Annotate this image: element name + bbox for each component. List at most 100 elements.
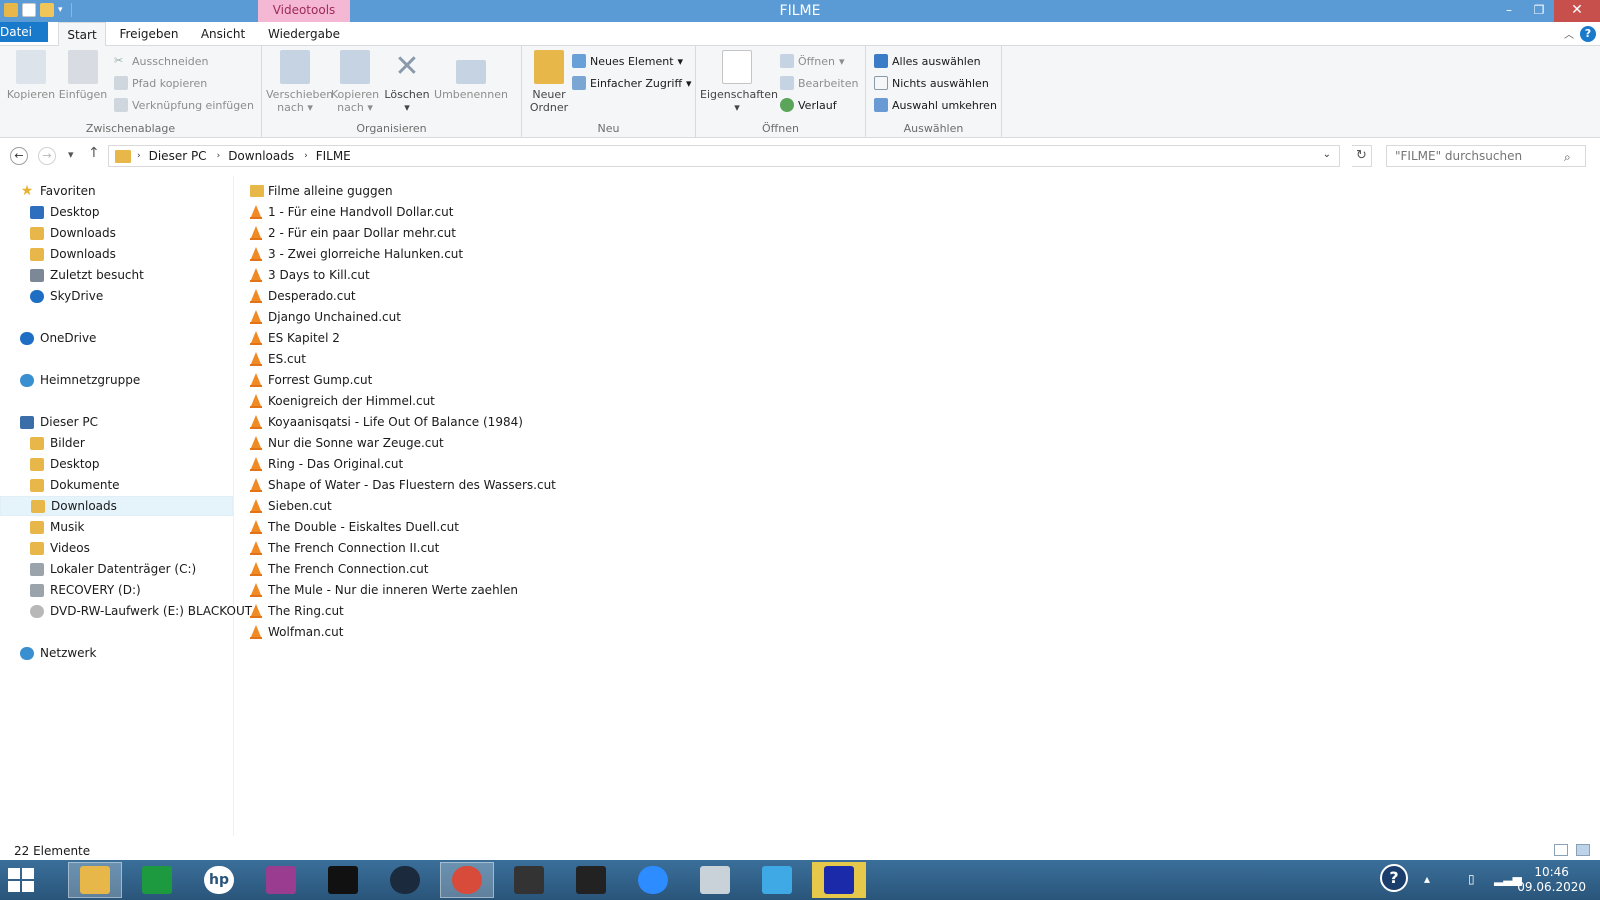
hand-cursor-app-taskbar-icon[interactable] xyxy=(316,862,370,898)
easy-access-button[interactable]: Einfacher Zugriff ▾ xyxy=(572,74,692,92)
tray-chevron-up-icon[interactable]: ▴ xyxy=(1424,872,1430,886)
tab-playback[interactable]: Wiedergabe xyxy=(262,22,346,46)
list-item[interactable]: ES.cut xyxy=(250,349,306,369)
power-icon[interactable]: ▯ xyxy=(1468,872,1475,886)
sidebar-item-pictures[interactable]: Bilder xyxy=(0,433,233,453)
list-item[interactable]: 1 - Für eine Handvoll Dollar.cut xyxy=(250,202,453,222)
tab-file[interactable]: Datei xyxy=(0,22,48,42)
zoom-taskbar-icon[interactable] xyxy=(626,862,680,898)
sidebar-item-favorites[interactable]: ★ Favoriten xyxy=(0,181,233,201)
move-to-button[interactable]: Verschieben nach ▾ xyxy=(266,50,333,114)
sidebar-item-network[interactable]: Netzwerk xyxy=(0,643,233,663)
windows-start-button[interactable] xyxy=(8,868,34,892)
sidebar-item-downloads-2[interactable]: Downloads xyxy=(0,244,233,264)
chevron-down-icon[interactable]: ⌄ xyxy=(1323,149,1331,160)
list-item[interactable]: Wolfman.cut xyxy=(250,622,343,642)
new-item-button[interactable]: Neues Element ▾ xyxy=(572,52,683,70)
sidebar-item-documents[interactable]: Dokumente xyxy=(0,475,233,495)
list-item[interactable]: 3 - Zwei glorreiche Halunken.cut xyxy=(250,244,463,264)
list-item[interactable]: Desperado.cut xyxy=(250,286,356,306)
sidebar-item-pc-desktop[interactable]: Desktop xyxy=(0,454,233,474)
history-button[interactable]: Verlauf xyxy=(780,96,837,114)
list-item[interactable]: Nur die Sonne war Zeuge.cut xyxy=(250,433,444,453)
chrome-taskbar-icon[interactable] xyxy=(440,862,494,898)
breadcrumb-downloads[interactable]: Downloads xyxy=(228,149,294,163)
sidebar-item-drive-c[interactable]: Lokaler Datenträger (C:) xyxy=(0,559,233,579)
invert-selection-button[interactable]: Auswahl umkehren xyxy=(874,96,997,114)
list-item[interactable]: Sieben.cut xyxy=(250,496,332,516)
list-item[interactable]: Koyaanisqatsi - Life Out Of Balance (198… xyxy=(250,412,523,432)
breadcrumb-this-pc[interactable]: Dieser PC xyxy=(149,149,207,163)
sidebar-item-skydrive[interactable]: SkyDrive xyxy=(0,286,233,306)
tab-view[interactable]: Ansicht xyxy=(196,22,250,46)
help-circle-icon[interactable]: ? xyxy=(1380,864,1408,892)
address-bar[interactable]: › Dieser PC › Downloads › FILME ⌄ xyxy=(108,145,1340,167)
list-item[interactable]: The Double - Eiskaltes Duell.cut xyxy=(250,517,459,537)
large-icons-view-icon[interactable] xyxy=(1576,844,1590,856)
list-item[interactable]: The French Connection.cut xyxy=(250,559,428,579)
edit-button[interactable]: Bearbeiten xyxy=(780,74,858,92)
help-icon[interactable]: ? xyxy=(1580,26,1596,42)
sidebar-item-videos[interactable]: Videos xyxy=(0,538,233,558)
breadcrumb-filme[interactable]: FILME xyxy=(316,149,351,163)
spreadsheet-app-taskbar-icon[interactable] xyxy=(130,862,184,898)
list-item[interactable]: Forrest Gump.cut xyxy=(250,370,372,390)
touch-app-taskbar-icon[interactable] xyxy=(502,862,556,898)
sidebar-item-drive-d[interactable]: RECOVERY (D:) xyxy=(0,580,233,600)
forward-button[interactable]: → xyxy=(38,147,56,165)
sidebar-item-this-pc[interactable]: Dieser PC xyxy=(0,412,233,432)
open-button[interactable]: Öffnen ▾ xyxy=(780,52,844,70)
tab-start[interactable]: Start xyxy=(58,22,106,47)
sidebar-item-music[interactable]: Musik xyxy=(0,517,233,537)
copy-path-button[interactable]: Pfad kopieren xyxy=(114,74,207,92)
sidebar-item-drive-e[interactable]: DVD-RW-Laufwerk (E:) BLACKOUT xyxy=(0,601,252,621)
media-app-taskbar-icon[interactable] xyxy=(254,862,308,898)
paste-button[interactable]: Einfügen xyxy=(58,50,108,101)
messenger-app-taskbar-icon[interactable] xyxy=(812,862,866,898)
restore-button[interactable]: ❐ xyxy=(1524,0,1554,22)
list-item[interactable]: 2 - Für ein paar Dollar mehr.cut xyxy=(250,223,456,243)
sidebar-item-onedrive[interactable]: OneDrive xyxy=(0,328,233,348)
copy-to-button[interactable]: Kopieren nach ▾ xyxy=(326,50,384,114)
chevron-up-icon[interactable]: ︿ xyxy=(1564,26,1574,41)
properties-button[interactable]: Eigenschaften ▾ xyxy=(700,50,778,114)
sidebar-item-downloads[interactable]: Downloads xyxy=(0,223,233,243)
search-input[interactable] xyxy=(1386,145,1586,167)
close-button[interactable]: ✕ xyxy=(1554,0,1600,22)
document-app-taskbar-icon[interactable] xyxy=(688,862,742,898)
list-item[interactable]: Shape of Water - Das Fluestern des Wasse… xyxy=(250,475,556,495)
copy-button[interactable]: Kopieren xyxy=(6,50,56,101)
sidebar-item-desktop[interactable]: Desktop xyxy=(0,202,233,222)
search-icon[interactable]: ⌕ xyxy=(1564,150,1571,165)
list-item[interactable]: Ring - Das Original.cut xyxy=(250,454,403,474)
back-button[interactable]: ← xyxy=(10,147,28,165)
list-item[interactable]: The Ring.cut xyxy=(250,601,344,621)
audio-editor-taskbar-icon[interactable] xyxy=(564,862,618,898)
new-folder-button[interactable]: Neuer Ordner xyxy=(526,50,572,114)
sidebar-item-pc-downloads[interactable]: Downloads xyxy=(0,496,233,516)
list-item[interactable]: ES Kapitel 2 xyxy=(250,328,340,348)
writer-app-taskbar-icon[interactable] xyxy=(750,862,804,898)
recent-locations-chevron-icon[interactable]: ▾ xyxy=(68,148,74,161)
file-explorer-taskbar-icon[interactable] xyxy=(68,862,122,898)
list-item[interactable]: Koenigreich der Himmel.cut xyxy=(250,391,435,411)
list-item[interactable]: Django Unchained.cut xyxy=(250,307,401,327)
up-arrow-icon[interactable]: ↑ xyxy=(88,145,100,161)
refresh-button[interactable]: ↻ xyxy=(1352,145,1372,167)
paste-shortcut-button[interactable]: Verknüpfung einfügen xyxy=(114,96,254,114)
hp-taskbar-icon[interactable]: hp xyxy=(192,862,246,898)
list-item[interactable]: 3 Days to Kill.cut xyxy=(250,265,370,285)
delete-button[interactable]: ✕ Löschen ▾ xyxy=(384,50,430,115)
sidebar-item-homegroup[interactable]: Heimnetzgruppe xyxy=(0,370,233,390)
cut-button[interactable]: ✂ Ausschneiden xyxy=(114,52,209,70)
list-item[interactable]: Filme alleine guggen xyxy=(250,181,393,201)
details-view-icon[interactable] xyxy=(1554,844,1568,856)
steam-taskbar-icon[interactable] xyxy=(378,862,432,898)
select-all-button[interactable]: Alles auswählen xyxy=(874,52,981,70)
sidebar-item-recent[interactable]: Zuletzt besucht xyxy=(0,265,233,285)
select-none-button[interactable]: Nichts auswählen xyxy=(874,74,989,92)
tab-share[interactable]: Freigeben xyxy=(114,22,184,46)
clock[interactable]: 10:46 09.06.2020 xyxy=(1517,865,1586,895)
list-item[interactable]: The Mule - Nur die inneren Werte zaehlen xyxy=(250,580,518,600)
rename-button[interactable]: Umbenennen xyxy=(434,50,508,101)
